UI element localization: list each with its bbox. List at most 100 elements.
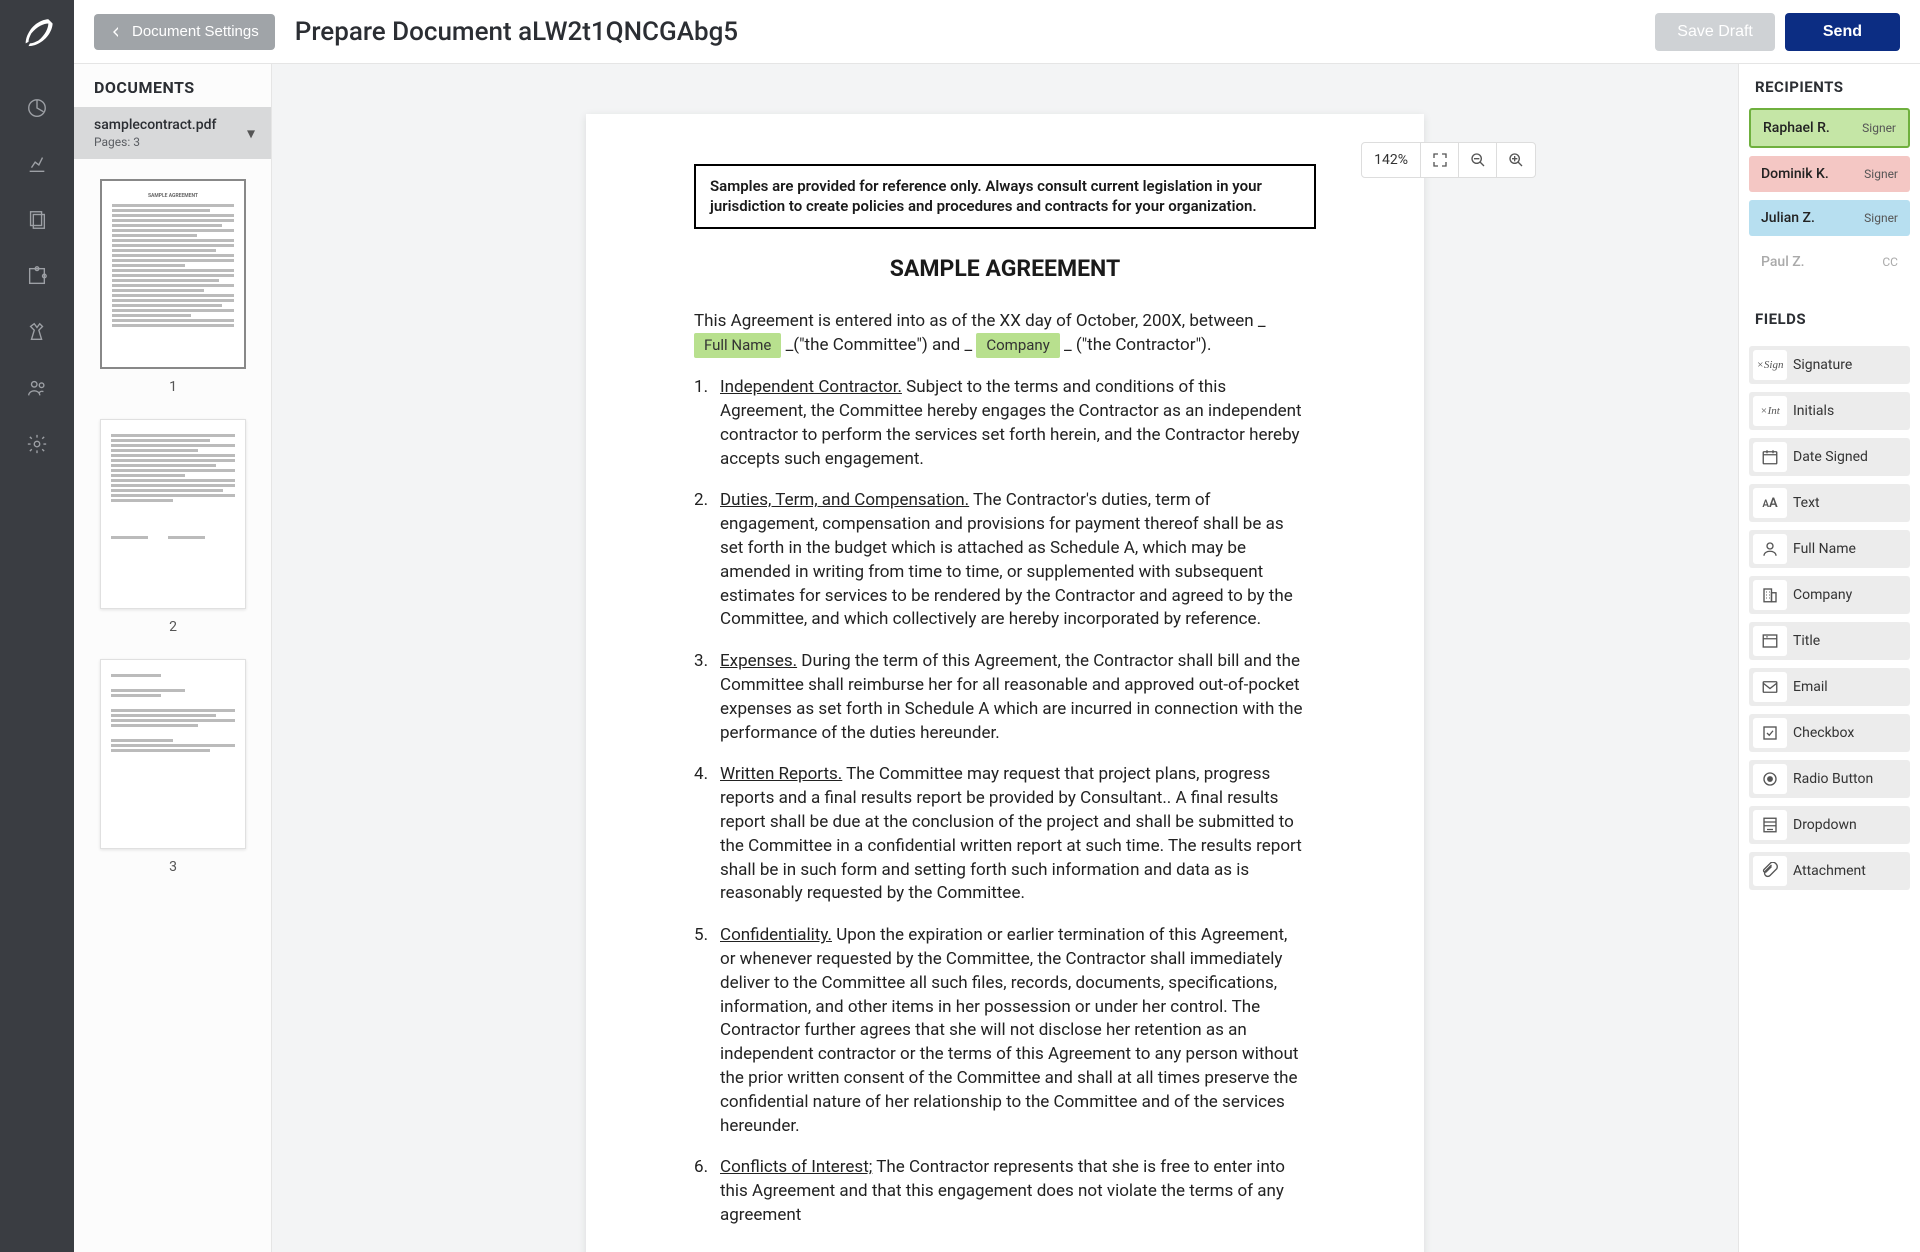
nav-pie-icon[interactable] (23, 94, 51, 122)
recipients-list: Raphael R.SignerDominik K.SignerJulian Z… (1739, 108, 1920, 280)
doc-title: SAMPLE AGREEMENT (586, 255, 1424, 282)
field-user[interactable]: Full Name (1749, 530, 1910, 568)
chevron-down-icon: ▾ (247, 124, 255, 143)
nav-gear-icon[interactable] (23, 430, 51, 458)
intro-paragraph: This Agreement is entered into as of the… (694, 310, 1304, 359)
field-label: Initials (1793, 403, 1834, 419)
placed-field-company[interactable]: Company (976, 333, 1059, 358)
recipient-item[interactable]: Raphael R. Signer (1749, 108, 1910, 148)
nav-users-icon[interactable] (23, 374, 51, 402)
recipient-role: Signer (1862, 121, 1896, 135)
clause-item: Confidentiality. Upon the expiration or … (694, 924, 1304, 1138)
field-label: Dropdown (1793, 817, 1857, 833)
clause-heading: Independent Contractor. (720, 377, 902, 397)
field-label: Email (1793, 679, 1828, 695)
document-page[interactable]: Samples are provided for reference only.… (586, 114, 1424, 1252)
init-icon: ×Int (1753, 396, 1787, 426)
radio-icon (1753, 764, 1787, 794)
text-icon: AA (1753, 488, 1787, 518)
document-item[interactable]: samplecontract.pdf Pages: 3 ▾ (74, 107, 271, 159)
header: Document Settings Prepare Document aLW2t… (74, 0, 1920, 64)
check-icon (1753, 718, 1787, 748)
recipients-heading: RECIPIENTS (1739, 64, 1920, 108)
recipient-role: CC (1882, 255, 1898, 269)
clause-item: Conflicts of Interest; The Contractor re… (694, 1156, 1304, 1227)
recipient-name: Dominik K. (1761, 166, 1829, 182)
field-label: Title (1793, 633, 1820, 649)
recipient-role: Signer (1864, 211, 1898, 225)
chevron-left-icon (110, 26, 122, 38)
field-attach[interactable]: Attachment (1749, 852, 1910, 890)
recipient-item[interactable]: Paul Z. CC (1749, 244, 1910, 280)
clause-heading: Conflicts of Interest; (720, 1157, 872, 1177)
recipient-item[interactable]: Dominik K. Signer (1749, 156, 1910, 192)
date-icon (1753, 442, 1787, 472)
company-icon (1753, 580, 1787, 610)
thumb-number: 1 (169, 379, 177, 395)
page-thumb-3[interactable]: 3 (100, 659, 246, 875)
zoom-percent[interactable]: 142% (1362, 143, 1421, 177)
recipient-role: Signer (1864, 167, 1898, 181)
dropdown-icon (1753, 810, 1787, 840)
page-thumb-2[interactable]: 2 (100, 419, 246, 635)
field-label: Text (1793, 495, 1820, 511)
field-text[interactable]: AA Text (1749, 484, 1910, 522)
clause-item: Written Reports. The Committee may reque… (694, 763, 1304, 906)
clause-body: During the term of this Agreement, the C… (720, 651, 1302, 742)
clause-heading: Written Reports. (720, 764, 842, 784)
field-title[interactable]: Title (1749, 622, 1910, 660)
save-draft-button[interactable]: Save Draft (1655, 13, 1775, 51)
nav-rail (0, 0, 74, 1252)
canvas-area[interactable]: 142% Samples are provided for reference … (272, 64, 1738, 1252)
recipient-name: Julian Z. (1761, 210, 1815, 226)
clause-list: Independent Contractor. Subject to the t… (694, 376, 1304, 1228)
back-button[interactable]: Document Settings (94, 14, 275, 50)
documents-heading: DOCUMENTS (74, 64, 271, 107)
doc-body: This Agreement is entered into as of the… (586, 310, 1424, 1228)
sign-icon: ×Sign (1753, 350, 1787, 380)
field-company[interactable]: Company (1749, 576, 1910, 614)
document-pages: Pages: 3 (94, 135, 251, 149)
page-thumb-1[interactable]: SAMPLE AGREEMENT 1 (100, 179, 246, 395)
recipient-name: Paul Z. (1761, 254, 1805, 270)
field-email[interactable]: Email (1749, 668, 1910, 706)
field-label: Date Signed (1793, 449, 1868, 465)
zoom-toolbar: 142% (1361, 142, 1536, 178)
field-label: Company (1793, 587, 1852, 603)
field-init[interactable]: ×Int Initials (1749, 392, 1910, 430)
field-label: Radio Button (1793, 771, 1873, 787)
right-panel: RECIPIENTS Raphael R. Signer Dominik K. Sig… (1738, 64, 1920, 1252)
field-radio[interactable]: Radio Button (1749, 760, 1910, 798)
document-name: samplecontract.pdf (94, 117, 251, 133)
nav-chart-icon[interactable] (23, 150, 51, 178)
field-date[interactable]: Date Signed (1749, 438, 1910, 476)
thumb-number: 2 (169, 619, 177, 635)
clause-heading: Confidentiality. (720, 925, 832, 945)
zoom-in-button[interactable] (1497, 143, 1535, 177)
field-label: Checkbox (1793, 725, 1854, 741)
zoom-out-button[interactable] (1459, 143, 1497, 177)
nav-dress-icon[interactable] (23, 318, 51, 346)
app-logo[interactable] (0, 0, 74, 64)
field-label: Full Name (1793, 541, 1856, 557)
send-button[interactable]: Send (1785, 13, 1900, 51)
clause-item: Expenses. During the term of this Agreem… (694, 650, 1304, 745)
fields-heading: FIELDS (1739, 296, 1920, 340)
clause-body: Upon the expiration or earlier terminati… (720, 925, 1298, 1135)
recipient-item[interactable]: Julian Z. Signer (1749, 200, 1910, 236)
field-dropdown[interactable]: Dropdown (1749, 806, 1910, 844)
fit-screen-button[interactable] (1421, 143, 1459, 177)
clause-body: The Committee may request that project p… (720, 764, 1302, 903)
page-thumbnails: SAMPLE AGREEMENT 1 2 3 (74, 159, 271, 895)
clause-heading: Expenses. (720, 651, 797, 671)
recipient-name: Raphael R. (1763, 120, 1830, 136)
back-button-label: Document Settings (132, 23, 259, 40)
title-icon (1753, 626, 1787, 656)
nav-documents-icon[interactable] (23, 206, 51, 234)
placed-field-fullname[interactable]: Full Name (694, 333, 781, 358)
field-sign[interactable]: ×Sign Signature (1749, 346, 1910, 384)
user-icon (1753, 534, 1787, 564)
field-check[interactable]: Checkbox (1749, 714, 1910, 752)
field-label: Signature (1793, 357, 1852, 373)
nav-puzzle-icon[interactable] (23, 262, 51, 290)
